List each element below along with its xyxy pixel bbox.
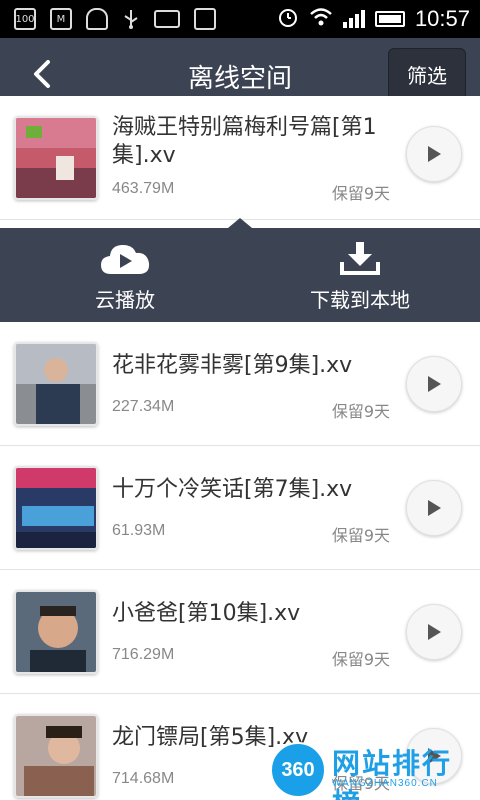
video-name: 海贼王特别篇梅利号篇[第1集].xv [112, 115, 377, 168]
retention-label: 保留9天 [331, 184, 390, 203]
status-bar: 100 M 10:57 [0, 0, 480, 38]
battery-100-icon: 100 [14, 8, 36, 30]
list-item[interactable]: 花非花雾非雾[第9集].xv 227.34M 保留9天 [0, 322, 480, 446]
site-watermark: 360 网站排行榜 WANGZHAN360.CN [270, 740, 480, 800]
cloud-play-button[interactable]: 云播放 [70, 228, 180, 322]
video-thumbnail [14, 590, 98, 674]
retention-label: 保留9天 [331, 526, 390, 545]
play-icon [428, 376, 441, 392]
video-name: 十万个冷笑话[第7集].xv [112, 477, 353, 502]
retention-label: 保留9天 [331, 402, 390, 421]
video-thumbnail [14, 116, 98, 200]
watermark-badge: 360 [270, 742, 326, 798]
play-button[interactable] [406, 126, 462, 182]
video-size: 227.34M [112, 398, 175, 415]
video-name: 花非花雾非雾[第9集].xv [112, 353, 353, 378]
list-item[interactable]: 小爸爸[第10集].xv 716.29M 保留9天 [0, 570, 480, 694]
video-size: 61.93M [112, 522, 166, 539]
cloud-play-icon [101, 244, 150, 274]
filter-button[interactable]: 筛选 [388, 48, 466, 100]
play-button[interactable] [406, 356, 462, 412]
back-arrow-icon [34, 60, 50, 88]
video-thumbnail [14, 466, 98, 550]
wifi-icon [309, 7, 333, 31]
status-time: 10:57 [414, 6, 470, 31]
play-icon [428, 624, 441, 640]
app-icon: M [50, 8, 72, 30]
watermark-subtitle: WANGZHAN360.CN [332, 778, 438, 789]
alarm-icon [277, 6, 299, 32]
list-item[interactable]: 海贼王特别篇梅利号篇[第1集].xv 463.79M 保留9天 [0, 96, 480, 220]
status-left-icons: 100 M [14, 8, 216, 30]
play-icon [428, 500, 441, 516]
usb-icon [122, 8, 140, 30]
list-item[interactable]: 十万个冷笑话[第7集].xv 61.93M 保留9天 [0, 446, 480, 570]
download-icon [340, 241, 380, 275]
back-button[interactable] [20, 52, 64, 96]
play-button[interactable] [406, 480, 462, 536]
android-icon [86, 8, 108, 30]
status-right-icons: 10:57 [277, 6, 470, 32]
video-size: 463.79M [112, 180, 175, 197]
mail-icon [154, 10, 180, 28]
play-button[interactable] [406, 604, 462, 660]
item-action-panel: 云播放 下载到本地 [0, 228, 480, 322]
play-icon [428, 146, 441, 162]
video-name: 小爸爸[第10集].xv [112, 601, 301, 626]
battery-icon [374, 11, 405, 27]
cloud-play-label: 云播放 [95, 287, 155, 312]
watermark-title: 网站排行榜 [332, 747, 453, 800]
download-local-label: 下载到本地 [310, 287, 410, 312]
retention-label: 保留9天 [331, 650, 390, 669]
video-size: 714.68M [112, 770, 175, 787]
panel-pointer [228, 218, 252, 228]
video-size: 716.29M [112, 646, 175, 663]
app2-icon [194, 8, 216, 30]
video-thumbnail [14, 342, 98, 426]
signal-icon [342, 10, 365, 28]
video-thumbnail [14, 714, 98, 798]
download-local-button[interactable]: 下载到本地 [290, 228, 430, 322]
